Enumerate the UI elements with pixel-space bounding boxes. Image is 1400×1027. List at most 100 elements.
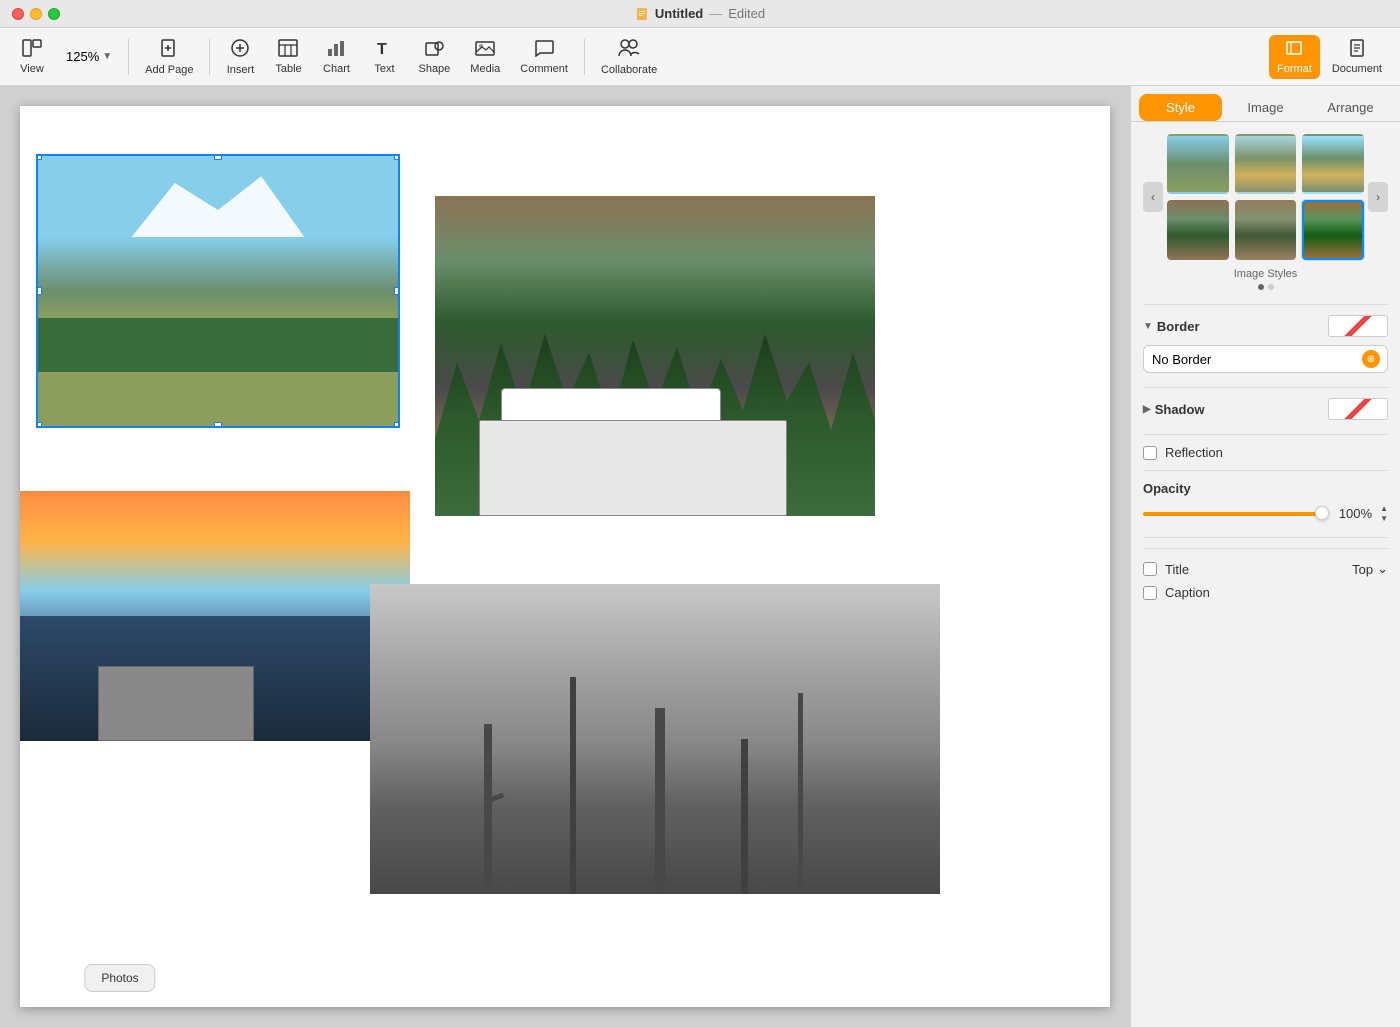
opacity-down-icon[interactable]: ▼ bbox=[1380, 514, 1388, 524]
insert-button[interactable]: Insert bbox=[218, 34, 262, 80]
forest-detail bbox=[38, 318, 398, 372]
add-page-icon bbox=[159, 38, 179, 62]
style-thumb-3[interactable] bbox=[1302, 134, 1364, 194]
media-button[interactable]: Media bbox=[462, 35, 508, 79]
photos-label: Photos bbox=[101, 971, 138, 985]
cactus3 bbox=[655, 708, 665, 894]
title-checkbox[interactable] bbox=[1143, 562, 1157, 576]
section-divider-1 bbox=[1143, 304, 1388, 305]
zoom-button[interactable]: 125% ▼ bbox=[58, 45, 120, 68]
caption-label: Caption bbox=[1165, 585, 1210, 600]
toolbar-divider-2 bbox=[209, 39, 210, 75]
border-select-container: No Border ⊕ bbox=[1143, 345, 1388, 373]
style-prev-button[interactable]: ‹ bbox=[1143, 182, 1163, 212]
comment-button[interactable]: Comment bbox=[512, 35, 576, 79]
toolbar-divider-3 bbox=[584, 39, 585, 75]
main-area: Photos Style Image Arrange ‹ bbox=[0, 86, 1400, 1027]
style-thumb-5[interactable] bbox=[1235, 200, 1297, 260]
table-button[interactable]: Table bbox=[266, 35, 310, 79]
add-page-button[interactable]: Add Page bbox=[137, 34, 201, 80]
handle-ml[interactable] bbox=[38, 287, 42, 295]
panel-content: ‹ › Image Styles bbox=[1131, 122, 1400, 1027]
opacity-section: Opacity 100% ▲ ▼ bbox=[1143, 481, 1388, 523]
toolbar: View 125% ▼ Add Page Insert Table Chart … bbox=[0, 28, 1400, 86]
opacity-fill bbox=[1143, 512, 1319, 516]
handle-tm[interactable] bbox=[214, 156, 222, 160]
shadow-color-picker[interactable] bbox=[1328, 398, 1388, 420]
format-button[interactable]: Format bbox=[1269, 35, 1320, 79]
close-button[interactable] bbox=[12, 8, 24, 20]
comment-icon bbox=[534, 39, 554, 61]
style-thumb-6[interactable] bbox=[1302, 200, 1364, 260]
handle-tr[interactable] bbox=[394, 156, 398, 160]
text-button[interactable]: T Text bbox=[362, 35, 406, 79]
mountain-snow-detail bbox=[110, 170, 326, 238]
shadow-label: Shadow bbox=[1155, 402, 1205, 417]
border-chevron-icon[interactable]: ▼ bbox=[1143, 321, 1153, 332]
opacity-stepper[interactable]: ▲ ▼ bbox=[1380, 504, 1388, 523]
chart-label: Chart bbox=[323, 63, 350, 75]
document-icon-tb bbox=[1347, 39, 1367, 61]
view-button[interactable]: View bbox=[10, 35, 54, 79]
title-position-value: Top bbox=[1352, 562, 1373, 577]
cactus5 bbox=[798, 693, 803, 895]
desert-bw-image[interactable] bbox=[370, 584, 940, 894]
style-thumb-4[interactable] bbox=[1167, 200, 1229, 260]
opacity-control: 100% ▲ ▼ bbox=[1143, 504, 1388, 523]
title-left: Title bbox=[1143, 562, 1189, 577]
border-header: ▼ Border bbox=[1143, 315, 1388, 337]
shadow-header: ▶ Shadow bbox=[1143, 398, 1388, 420]
toolbar-divider-1 bbox=[128, 39, 129, 75]
format-label: Format bbox=[1277, 63, 1312, 75]
cactus1 bbox=[484, 724, 492, 895]
title-position-dropdown[interactable]: Top ⌄ bbox=[1352, 561, 1388, 577]
title-row: Title Top ⌄ bbox=[1143, 561, 1388, 577]
svg-text:T: T bbox=[377, 41, 387, 57]
table-icon bbox=[278, 39, 298, 61]
sunset-rv-image[interactable] bbox=[20, 491, 410, 741]
minimize-button[interactable] bbox=[30, 8, 42, 20]
chart-icon bbox=[326, 39, 346, 61]
collaborate-button[interactable]: Collaborate bbox=[593, 34, 665, 80]
tab-image[interactable]: Image bbox=[1224, 94, 1307, 121]
reflection-checkbox[interactable] bbox=[1143, 446, 1157, 460]
chart-button[interactable]: Chart bbox=[314, 35, 358, 79]
handle-mr[interactable] bbox=[394, 287, 398, 295]
shape-icon bbox=[424, 39, 444, 61]
opacity-value: 100% bbox=[1336, 506, 1372, 521]
canvas-area[interactable]: Photos bbox=[0, 86, 1130, 1027]
style-thumb-1[interactable] bbox=[1167, 134, 1229, 194]
shape-button[interactable]: Shape bbox=[410, 35, 458, 79]
document-icon bbox=[635, 7, 649, 21]
cactus2 bbox=[570, 677, 576, 894]
view-icon bbox=[22, 39, 42, 61]
shadow-section: ▶ Shadow bbox=[1143, 398, 1388, 420]
section-divider-5 bbox=[1143, 537, 1388, 538]
handle-bl[interactable] bbox=[38, 422, 42, 426]
tab-arrange[interactable]: Arrange bbox=[1309, 94, 1392, 121]
document-button[interactable]: Document bbox=[1324, 35, 1390, 79]
border-type-select[interactable]: No Border bbox=[1143, 345, 1388, 373]
handle-br[interactable] bbox=[394, 422, 398, 426]
document-title: Untitled bbox=[655, 6, 703, 21]
handle-tl[interactable] bbox=[38, 156, 42, 160]
opacity-up-icon[interactable]: ▲ bbox=[1380, 504, 1388, 514]
format-panel: Style Image Arrange ‹ › Im bbox=[1130, 86, 1400, 1027]
handle-bm[interactable] bbox=[214, 422, 222, 426]
style-next-button[interactable]: › bbox=[1368, 182, 1388, 212]
style-thumb-2[interactable] bbox=[1235, 134, 1297, 194]
traffic-lights bbox=[12, 8, 60, 20]
border-color-picker[interactable] bbox=[1328, 315, 1388, 337]
zoom-chevron-icon: ▼ bbox=[102, 51, 112, 62]
mountains-image[interactable] bbox=[38, 156, 398, 426]
shadow-chevron-icon[interactable]: ▶ bbox=[1143, 404, 1151, 415]
photos-button[interactable]: Photos bbox=[84, 964, 155, 992]
tab-style[interactable]: Style bbox=[1139, 94, 1222, 121]
style-pagination bbox=[1143, 284, 1388, 290]
opacity-thumb[interactable] bbox=[1315, 506, 1329, 520]
opacity-slider[interactable] bbox=[1143, 512, 1328, 516]
forest-camper-image[interactable] bbox=[435, 196, 875, 516]
maximize-button[interactable] bbox=[48, 8, 60, 20]
border-select-arrow-icon: ⊕ bbox=[1362, 350, 1380, 368]
caption-checkbox[interactable] bbox=[1143, 586, 1157, 600]
